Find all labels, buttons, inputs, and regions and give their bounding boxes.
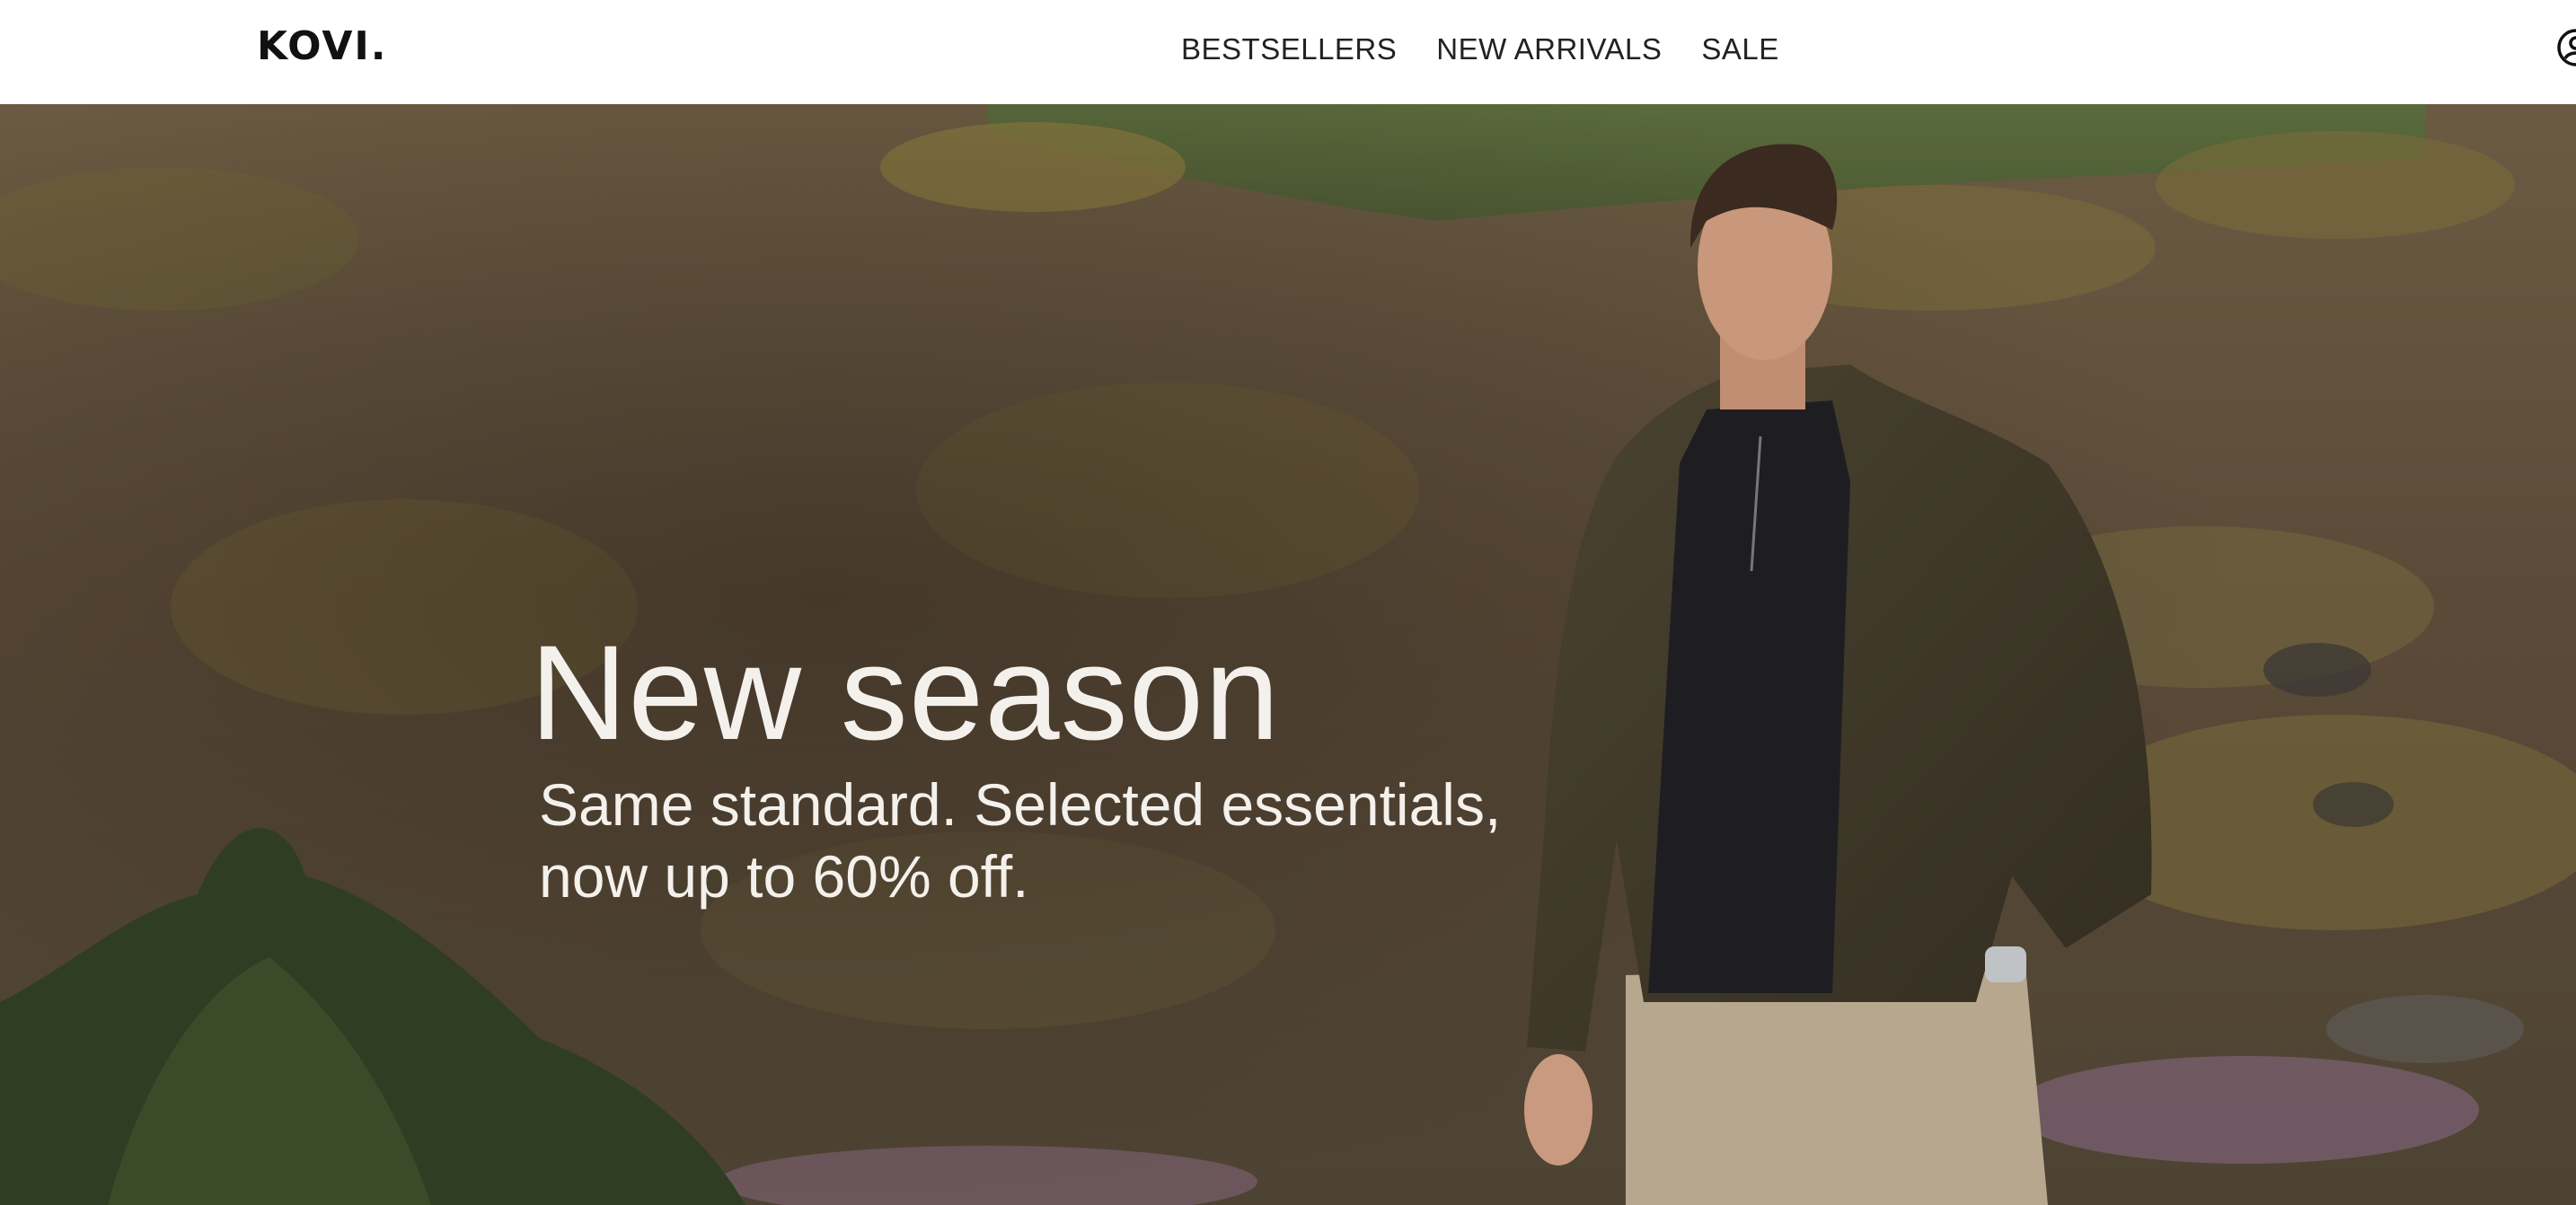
hero-subline: Same standard. Selected essentials, now … [539, 771, 1502, 910]
hero-image [0, 104, 2576, 1205]
brand-logo[interactable]: KOVI. [257, 20, 387, 74]
nav-bestsellers[interactable]: BESTSELLERS [1181, 27, 1397, 72]
nav-sale[interactable]: SALE [1701, 27, 1778, 72]
site-header: KOVI. BESTSELLERS NEW ARRIVALS SALE [0, 0, 2576, 104]
user-account-icon[interactable] [2555, 27, 2576, 68]
main-nav: BESTSELLERS NEW ARRIVALS SALE [1181, 27, 1779, 72]
nav-new-arrivals[interactable]: NEW ARRIVALS [1436, 27, 1662, 72]
hero-headline: New season [530, 617, 1281, 768]
hero-banner[interactable]: New season Same standard. Selected essen… [0, 104, 2576, 1205]
